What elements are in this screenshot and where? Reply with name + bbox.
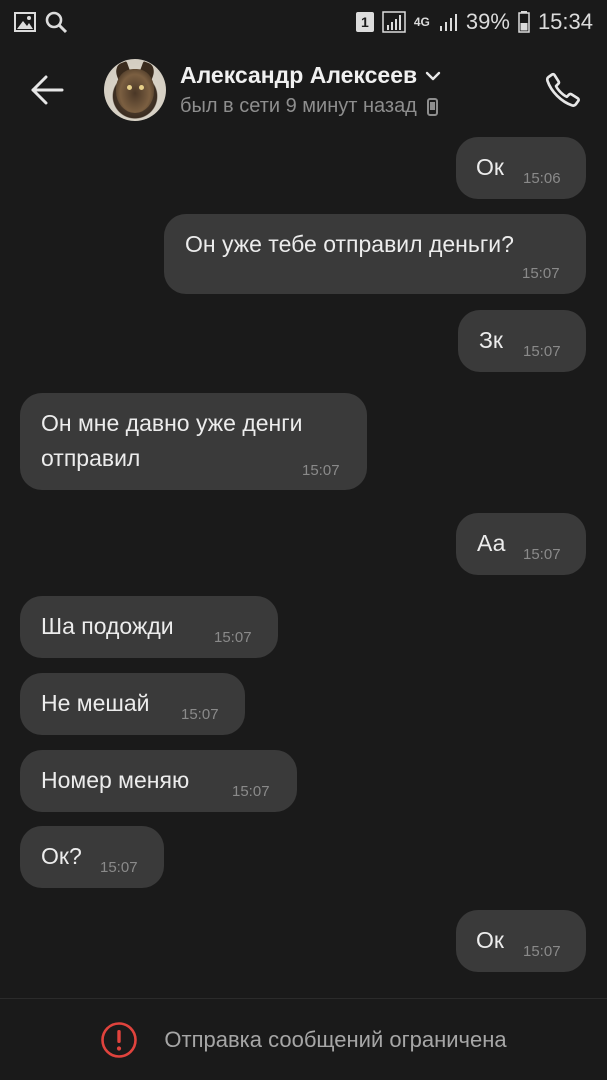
messaging-restricted-bar: Отправка сообщений ограничена: [0, 998, 607, 1080]
chat-header: Александр Алексеев был в сети 9 минут на…: [0, 44, 607, 136]
message-bubble-outgoing[interactable]: Ок 15:06: [456, 137, 586, 199]
last-seen-text: был в сети 9 минут назад: [180, 95, 417, 117]
message-text: Ок: [476, 154, 504, 180]
message-bubble-incoming[interactable]: Не мешай 15:07: [20, 673, 245, 735]
message-text: Аа: [477, 530, 506, 556]
message-bubble-incoming[interactable]: Номер меняю 15:07: [20, 750, 297, 812]
message-bubble-incoming[interactable]: Ок? 15:07: [20, 826, 164, 888]
mobile-device-icon: [426, 97, 438, 116]
clock: 15:34: [537, 9, 593, 34]
gallery-icon: [14, 12, 36, 32]
message-time: 15:07: [523, 343, 561, 360]
message-time: 15:07: [232, 783, 270, 800]
message-time: 15:06: [523, 170, 561, 187]
message-text: Не мешай: [41, 690, 150, 716]
signal-2-icon: [439, 14, 457, 31]
status-bar: 1 4G 39% 15:34: [0, 0, 607, 44]
last-seen-row: был в сети 9 минут назад: [180, 95, 535, 118]
message-time: 15:07: [100, 859, 138, 876]
contact-avatar[interactable]: [104, 59, 166, 121]
sim-slot-icon: 1: [355, 12, 374, 32]
message-time: 15:07: [181, 706, 219, 723]
arrow-left-icon: [31, 75, 64, 105]
warning-icon: [101, 1021, 138, 1058]
contact-name: Александр Алексеев: [180, 62, 418, 88]
message-text: Номер меняю: [41, 767, 190, 793]
message-time: 15:07: [523, 546, 561, 563]
battery-icon: [518, 11, 530, 33]
phone-icon: [545, 72, 580, 107]
message-text: Он уже тебе отправил деньги?: [185, 231, 514, 257]
message-bubble-outgoing[interactable]: Аа 15:07: [456, 513, 586, 575]
message-time: 15:07: [523, 943, 561, 960]
status-left: [14, 10, 68, 34]
search-notification-icon: [45, 11, 68, 34]
message-text: Ок?: [41, 843, 82, 869]
message-text: Зк: [479, 327, 503, 353]
contact-info[interactable]: Александр Алексеев был в сети 9 минут на…: [180, 62, 535, 118]
message-time: 15:07: [522, 265, 560, 282]
battery-percent: 39%: [465, 9, 510, 34]
message-bubble-outgoing[interactable]: Зк 15:07: [458, 310, 586, 372]
signal-icon: [382, 11, 406, 33]
status-right: 1 4G 39% 15:34: [355, 9, 593, 35]
message-bubble-outgoing[interactable]: Ок 15:07: [456, 910, 586, 972]
contact-name-row[interactable]: Александр Алексеев: [180, 62, 535, 89]
message-time: 15:07: [214, 629, 252, 646]
network-type: 4G: [413, 14, 430, 29]
back-button[interactable]: [22, 65, 72, 115]
message-bubble-incoming[interactable]: Ша подожди 15:07: [20, 596, 278, 658]
message-time: 15:07: [302, 462, 340, 479]
call-button[interactable]: [535, 62, 591, 118]
message-bubble-outgoing[interactable]: Он уже тебе отправил деньги? 15:07: [164, 214, 586, 294]
message-text: Ша подожди: [41, 613, 174, 639]
message-bubble-incoming[interactable]: Он мне давно уже денги отправил 15:07: [20, 393, 367, 490]
chevron-down-icon: [425, 71, 441, 80]
message-text: Ок: [476, 927, 504, 953]
restricted-notice: Отправка сообщений ограничена: [164, 1026, 507, 1052]
